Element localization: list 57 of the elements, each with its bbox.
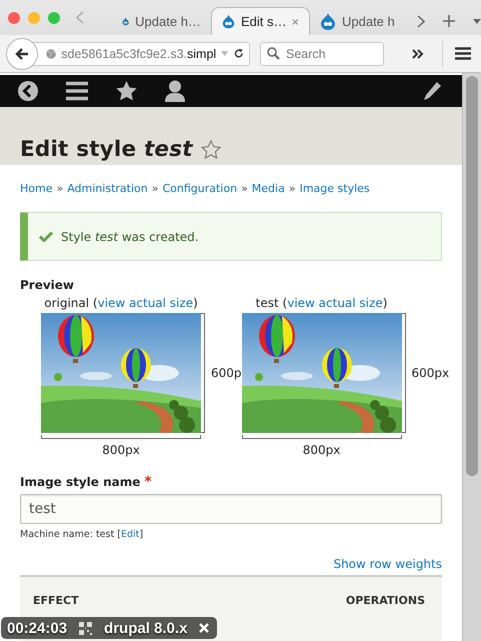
dropdown-caret-icon[interactable] — [473, 18, 481, 24]
breadcrumb-link[interactable]: Home — [20, 182, 52, 195]
browser-tab[interactable]: Update h — [310, 7, 410, 35]
breadcrumb-link[interactable]: Image styles — [300, 182, 370, 195]
status-message: Style test was created. — [20, 212, 442, 261]
qr-code-icon[interactable] — [79, 622, 92, 634]
double-chevron-icon[interactable] — [412, 48, 424, 58]
page-title: Edit style test — [20, 136, 193, 162]
column-header: EFFECT — [33, 594, 79, 606]
view-actual-size-link[interactable]: view actual size — [287, 296, 383, 310]
browser-tab[interactable]: Update h… — [112, 7, 211, 35]
star-outline-icon[interactable] — [200, 140, 221, 159]
back-circle-icon[interactable] — [18, 80, 38, 101]
image-height-label: 600px — [412, 366, 450, 380]
breadcrumb-link[interactable]: Administration — [67, 182, 148, 195]
session-label: drupal 8.0.x — [104, 620, 188, 636]
checkmark-icon — [39, 231, 53, 242]
back-arrow-icon — [15, 46, 29, 60]
breadcrumb-separator: » — [56, 182, 64, 195]
user-icon[interactable] — [165, 80, 185, 102]
browser-tab[interactable]: Edit s… — [210, 7, 310, 35]
scrollbar-thumb[interactable] — [466, 76, 478, 476]
drop-icon — [222, 13, 235, 30]
chevron-right-icon[interactable] — [417, 14, 426, 28]
breadcrumb-separator: » — [152, 182, 158, 195]
image-caption: original (view actual size) — [43, 296, 199, 310]
image-width-label: 800px — [302, 443, 340, 457]
breadcrumb-separator: » — [241, 182, 248, 195]
timer-text: 00:24:03 — [7, 620, 68, 636]
back-button[interactable] — [6, 38, 38, 70]
image-caption: test (view actual size) — [254, 296, 388, 310]
image-height-label: 600p — [211, 366, 242, 380]
menu-icon[interactable] — [455, 47, 471, 60]
edit-link[interactable]: Edit — [120, 529, 140, 540]
image-style-name-field[interactable]: test — [20, 494, 442, 524]
reload-icon[interactable] — [234, 47, 244, 60]
field-label: Image style name — [20, 475, 140, 489]
show-row-weights-link[interactable]: Show row weights — [333, 557, 442, 571]
breadcrumb-link[interactable]: Configuration — [162, 182, 238, 195]
breadcrumb-link[interactable]: Media — [252, 182, 285, 195]
search-field[interactable]: Search — [260, 42, 384, 66]
machine-name-text: Machine name: test — [20, 529, 114, 540]
view-actual-size-link[interactable]: view actual size — [98, 296, 194, 310]
drop-icon — [320, 12, 336, 30]
image-width-label: 800px — [102, 443, 140, 457]
bracket-text: ] — [139, 529, 144, 540]
globe-icon — [46, 46, 56, 60]
plus-icon[interactable] — [443, 15, 456, 27]
column-header: OPERATIONS — [346, 594, 425, 606]
preview-label: Preview — [20, 278, 76, 292]
required-marker: * — [144, 474, 152, 490]
menu-icon[interactable] — [66, 80, 88, 101]
star-icon[interactable] — [116, 80, 137, 101]
search-icon — [267, 47, 280, 60]
bracket-text: [ — [117, 529, 121, 540]
pencil-icon[interactable] — [422, 80, 442, 101]
breadcrumb-separator: » — [288, 182, 296, 195]
